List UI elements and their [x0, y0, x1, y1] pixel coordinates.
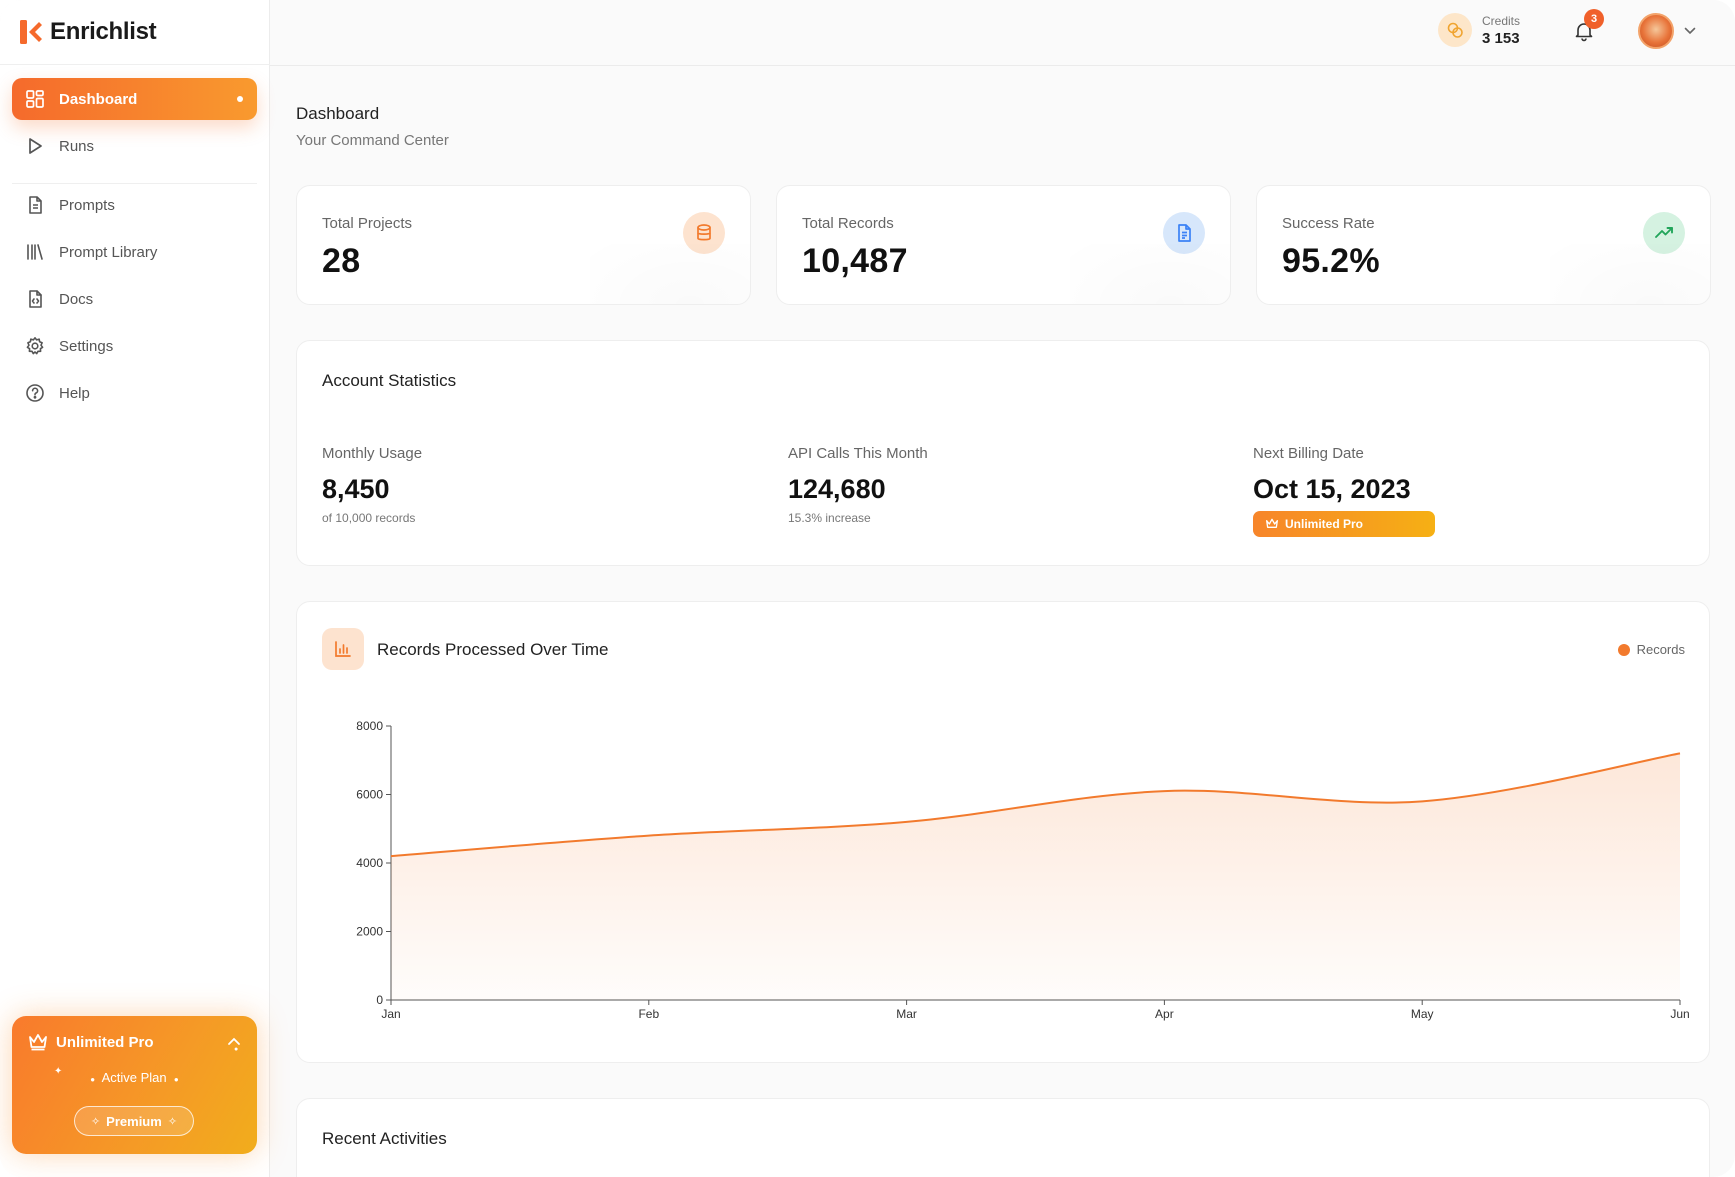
- coins-icon: [1438, 13, 1472, 47]
- plan-card[interactable]: Unlimited Pro ✦ ● ● Active Plan ● ✧ Prem…: [12, 1016, 257, 1154]
- plan-badge: Unlimited Pro: [1253, 511, 1435, 537]
- account-statistics-card: Account Statistics Monthly Usage 8,450 o…: [296, 340, 1710, 566]
- x-tick-label: Feb: [638, 1007, 659, 1021]
- plan-title: Unlimited Pro: [56, 1033, 154, 1051]
- stat-card-total-records: Total Records 10,487: [776, 185, 1231, 305]
- app-window: Enrichlist Dashboard Runs Prompts Prompt…: [0, 0, 1735, 1177]
- x-tick-label: Jun: [1670, 1007, 1689, 1021]
- stat-label: Total Records: [802, 215, 894, 232]
- dashboard-grid-icon: [26, 90, 44, 108]
- monthly-usage-stat: Monthly Usage 8,450 of 10,000 records: [322, 445, 422, 525]
- stat-value: 10,487: [802, 242, 908, 280]
- credits-value: 3 153: [1482, 29, 1520, 47]
- topbar: Credits 3 153 3: [270, 0, 1735, 66]
- notification-badge: 3: [1584, 9, 1604, 29]
- stat-label: Monthly Usage: [322, 445, 423, 462]
- stat-value: 8,450: [322, 474, 390, 504]
- gear-icon: [26, 337, 44, 355]
- chevron-down-icon[interactable]: [1684, 27, 1696, 35]
- sidebar: Enrichlist Dashboard Runs Prompts Prompt…: [0, 0, 270, 1177]
- recent-activities-card: Recent Activities: [296, 1098, 1710, 1177]
- x-tick-label: May: [1411, 1007, 1434, 1021]
- section-title: Account Statistics: [322, 371, 457, 390]
- sidebar-item-prompt-library[interactable]: Prompt Library: [12, 231, 257, 273]
- sidebar-item-runs[interactable]: Runs: [12, 125, 257, 167]
- divider: [0, 64, 270, 65]
- database-icon: [683, 212, 725, 254]
- brand-logo-icon: [20, 20, 42, 44]
- y-tick-label: 8000: [356, 719, 383, 733]
- file-text-icon: [1163, 212, 1205, 254]
- stat-label: Next Billing Date: [1253, 445, 1364, 462]
- sidebar-item-label: Docs: [59, 290, 94, 308]
- sidebar-item-label: Prompt Library: [59, 243, 158, 261]
- stat-value: 95.2%: [1282, 242, 1380, 280]
- library-icon: [27, 244, 43, 260]
- y-tick-label: 4000: [356, 856, 383, 870]
- sidebar-item-settings[interactable]: Settings: [12, 325, 257, 367]
- plan-status: ● Active Plan ●: [90, 1070, 179, 1085]
- premium-button-label: Premium: [106, 1113, 162, 1129]
- help-circle-icon: [26, 384, 44, 402]
- stat-card-success-rate: Success Rate 95.2%: [1256, 185, 1711, 305]
- chevron-up-icon[interactable]: [227, 1036, 241, 1046]
- stat-value: 28: [322, 242, 361, 280]
- records-chart-card: Records Processed Over Time Records 0 200…: [296, 601, 1710, 1063]
- sidebar-item-label: Help: [59, 384, 90, 402]
- premium-button[interactable]: ✧ Premium ✧: [74, 1106, 194, 1136]
- api-calls-stat: API Calls This Month 124,680 15.3% incre…: [788, 445, 928, 525]
- stat-value: 124,680: [788, 474, 886, 504]
- sparkles-icon: ✧: [167, 1115, 178, 1128]
- crown-icon: [29, 1034, 47, 1051]
- code-file-icon: [29, 290, 42, 308]
- stat-card-total-projects: Total Projects 28: [296, 185, 751, 305]
- x-tick-label: Apr: [1155, 1007, 1174, 1021]
- stat-label: API Calls This Month: [788, 445, 928, 462]
- sidebar-item-dashboard[interactable]: Dashboard: [12, 78, 257, 120]
- sidebar-item-label: Runs: [59, 137, 95, 155]
- stat-note: 15.3% increase: [788, 511, 871, 525]
- sidebar-item-label: Prompts: [59, 196, 115, 214]
- sidebar-item-docs[interactable]: Docs: [12, 278, 257, 320]
- active-dot: [237, 96, 243, 102]
- y-tick-label: 6000: [356, 788, 383, 802]
- stat-label: Success Rate: [1282, 215, 1375, 232]
- sparkle-icon: ●: [234, 1046, 239, 1053]
- sidebar-item-help[interactable]: Help: [12, 372, 257, 414]
- credits-label: Credits: [1482, 13, 1521, 28]
- brand-name: Enrichlist: [50, 18, 157, 45]
- brand[interactable]: Enrichlist: [20, 17, 157, 47]
- sidebar-item-prompts[interactable]: Prompts: [12, 184, 257, 226]
- document-icon: [29, 196, 42, 214]
- y-tick-label: 0: [376, 993, 383, 1007]
- next-billing-stat: Next Billing Date Oct 15, 2023 Unlimited…: [1253, 445, 1435, 537]
- trending-up-icon: [1643, 212, 1685, 254]
- avatar[interactable]: [1638, 13, 1674, 49]
- stat-note: of 10,000 records: [322, 511, 416, 525]
- plan-status-label: Active Plan: [101, 1070, 167, 1085]
- play-icon: [29, 138, 42, 154]
- records-area-chart[interactable]: 0 2000 4000 6000 8000 Jan Feb Mar Apr May Jun: [297, 602, 1711, 1064]
- sidebar-item-label: Settings: [59, 337, 114, 355]
- stat-value: Oct 15, 2023: [1253, 474, 1411, 504]
- series-area: [391, 753, 1680, 1000]
- page-subtitle: Your Command Center: [296, 132, 449, 149]
- x-tick-label: Jan: [381, 1007, 400, 1021]
- plan-badge-label: Unlimited Pro: [1285, 517, 1364, 531]
- sparkles-icon: ✧: [90, 1115, 101, 1128]
- sidebar-item-label: Dashboard: [59, 90, 138, 108]
- section-title: Recent Activities: [322, 1129, 447, 1148]
- y-tick-label: 2000: [356, 925, 383, 939]
- x-tick-label: Mar: [896, 1007, 917, 1021]
- crown-icon: [1265, 518, 1278, 528]
- credits-widget[interactable]: Credits 3 153: [1438, 13, 1520, 47]
- page-title: Dashboard: [296, 104, 380, 123]
- stat-label: Total Projects: [322, 215, 413, 232]
- plan-header: Unlimited Pro: [28, 1033, 154, 1051]
